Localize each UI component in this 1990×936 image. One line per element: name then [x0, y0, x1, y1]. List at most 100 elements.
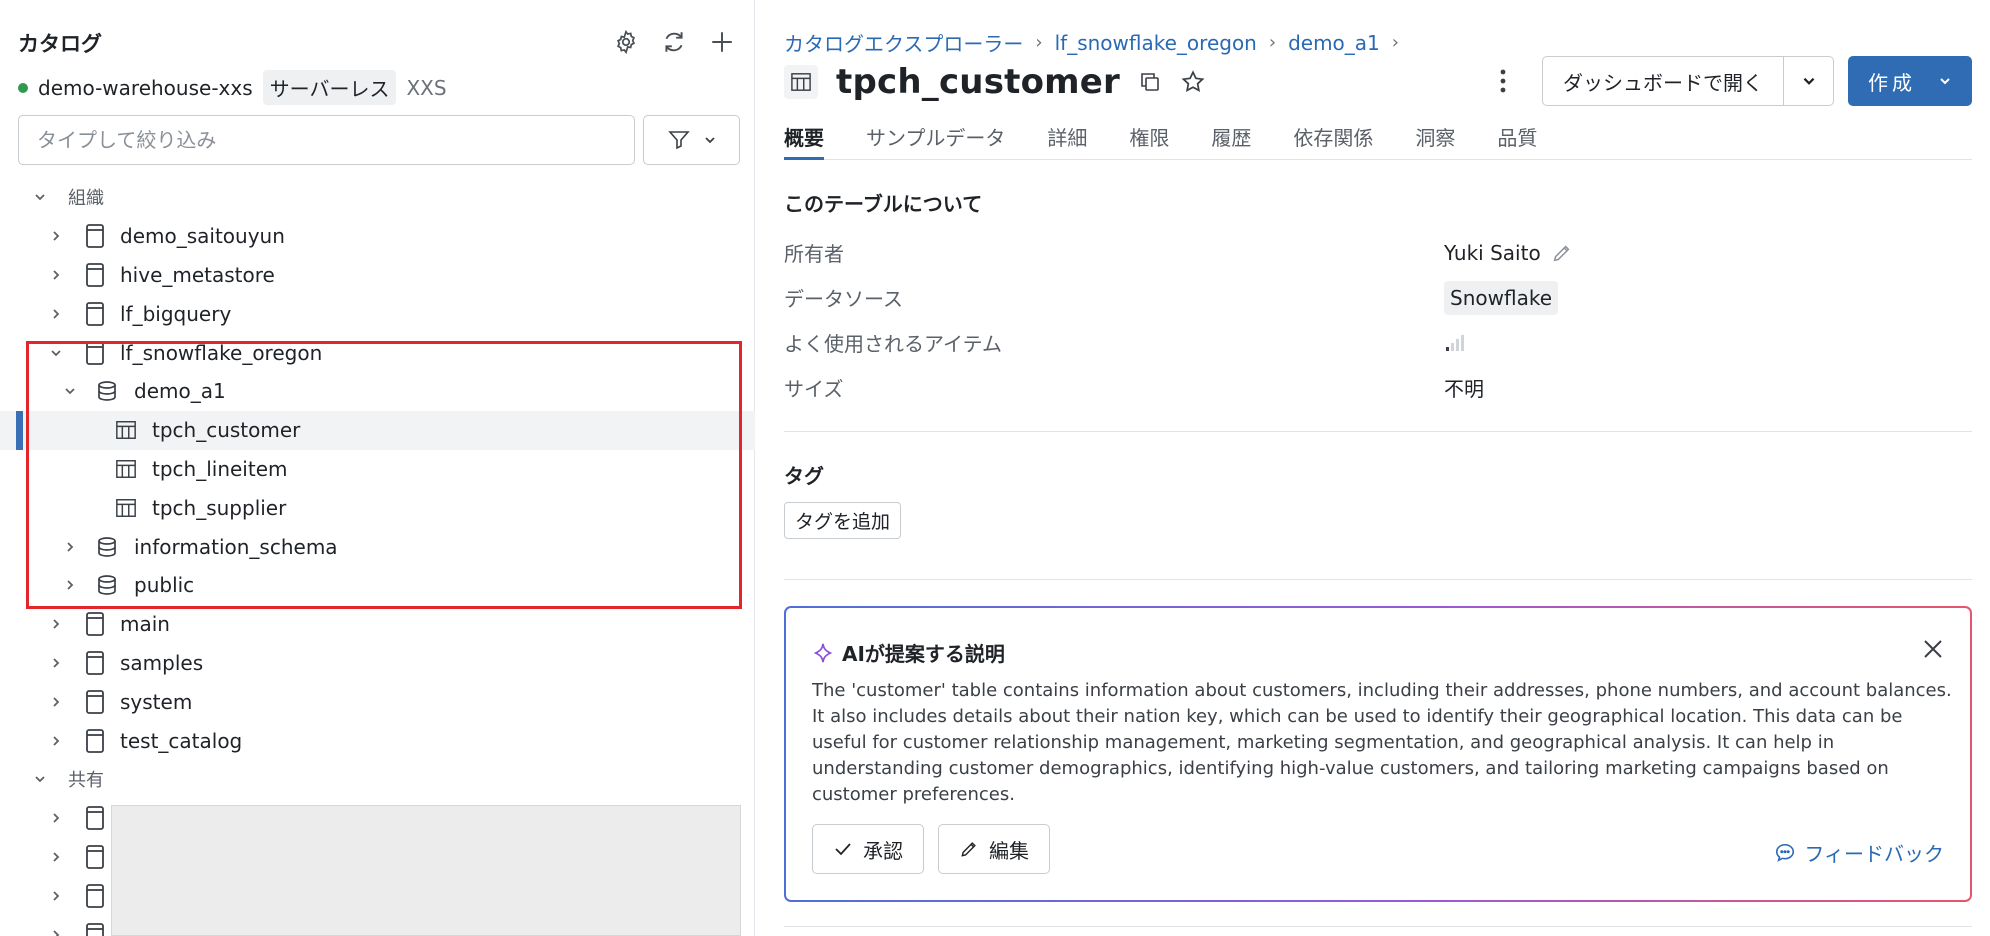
section-shared[interactable]: 共有	[0, 760, 755, 799]
approve-button[interactable]: 承認	[812, 824, 924, 874]
open-dashboard-button[interactable]: ダッシュボードで開く	[1542, 56, 1784, 106]
section-label: 共有	[68, 770, 104, 792]
chevron-right-icon[interactable]	[48, 927, 64, 936]
pencil-icon[interactable]	[1551, 242, 1573, 264]
ai-description-text: The 'customer' table contains informatio…	[812, 680, 1952, 805]
add-icon[interactable]	[708, 28, 736, 56]
property-key: サイズ	[784, 377, 844, 401]
approve-label: 承認	[863, 838, 903, 863]
chevron-right-icon[interactable]	[48, 306, 64, 322]
tree-item-tpch-lineitem[interactable]: tpch_lineitem	[0, 450, 755, 489]
tree-item-lf-bigquery[interactable]: lf_bigquery	[0, 294, 755, 333]
chevron-right-icon[interactable]	[48, 267, 64, 283]
tab-details[interactable]: 詳細	[1047, 118, 1087, 160]
chevron-right-icon[interactable]	[48, 888, 64, 904]
chevron-down-icon[interactable]	[62, 383, 78, 399]
catalog-icon	[84, 301, 106, 327]
tree-item-tpch-customer[interactable]: tpch_customer	[0, 410, 755, 450]
tab-overview[interactable]: 概要	[784, 118, 824, 160]
tree-item-label: tpch_customer	[152, 418, 301, 443]
ai-card-body: AIが提案する説明 The 'customer' table contains …	[786, 608, 1970, 900]
tree-item-test-catalog[interactable]: test_catalog	[0, 721, 755, 760]
add-tag-button[interactable]: タグを追加	[784, 502, 902, 539]
tree-item-tpch-supplier[interactable]: tpch_supplier	[0, 488, 755, 527]
tree-item-public[interactable]: public	[0, 566, 755, 605]
table-icon	[784, 65, 818, 99]
tab-bar: 概要 サンプルデータ 詳細 権限 履歴 依存関係 洞察 品質	[784, 118, 1972, 160]
edit-button[interactable]: 編集	[938, 824, 1050, 874]
kebab-menu-icon[interactable]	[1490, 61, 1516, 101]
gear-icon[interactable]	[612, 28, 640, 56]
section-divider	[784, 579, 1972, 580]
tab-quality[interactable]: 品質	[1497, 118, 1537, 160]
tab-lineage[interactable]: 依存関係	[1293, 118, 1373, 160]
tab-sample-data[interactable]: サンプルデータ	[866, 118, 1005, 160]
page-title: tpch_customer	[836, 62, 1121, 102]
edit-label: 編集	[989, 838, 1029, 863]
chevron-right-icon[interactable]	[48, 655, 64, 671]
ai-card-actions: 承認 編集	[812, 824, 1050, 874]
tree-item-lf-snowflake-oregon[interactable]: lf_snowflake_oregon	[0, 333, 755, 372]
warehouse-size: XXS	[406, 75, 447, 100]
tree-item-samples[interactable]: samples	[0, 644, 755, 683]
chevron-right-icon[interactable]	[48, 810, 64, 826]
filter-dropdown-button[interactable]	[643, 115, 740, 165]
chevron-right-icon[interactable]	[62, 577, 78, 593]
breadcrumb-separator: ›	[1391, 32, 1399, 53]
section-divider	[784, 431, 1972, 432]
tree-item-label: system	[120, 689, 193, 714]
tree-item-system[interactable]: system	[0, 682, 755, 721]
schema-icon	[96, 378, 118, 404]
chevron-right-icon[interactable]	[48, 228, 64, 244]
property-data-source: データソース Snowflake	[784, 275, 1972, 320]
data-source-badge: Snowflake	[1444, 280, 1558, 315]
chat-bubble-icon	[1776, 843, 1795, 862]
tree-item-label: hive_metastore	[120, 262, 275, 287]
property-value: Snowflake	[1444, 280, 1558, 315]
star-icon[interactable]	[1180, 69, 1206, 95]
catalog-icon	[84, 805, 106, 831]
chevron-right-icon[interactable]	[62, 539, 78, 555]
catalog-icon	[84, 650, 106, 676]
tree-item-main[interactable]: main	[0, 605, 755, 644]
chevron-down-icon[interactable]	[32, 771, 48, 787]
tab-insights[interactable]: 洞察	[1415, 118, 1455, 160]
breadcrumb-separator: ›	[1268, 32, 1277, 53]
chevron-right-icon[interactable]	[48, 694, 64, 710]
tree-item-hive-metastore[interactable]: hive_metastore	[0, 256, 755, 295]
feedback-label: フィードバック	[1804, 842, 1944, 866]
tree-item-information-schema[interactable]: information_schema	[0, 527, 755, 566]
chevron-down-icon[interactable]	[48, 345, 64, 361]
tab-permissions[interactable]: 権限	[1129, 118, 1169, 160]
section-org[interactable]: 組織	[0, 178, 755, 217]
breadcrumb-schema[interactable]: demo_a1	[1288, 31, 1380, 55]
close-icon[interactable]	[1918, 634, 1948, 664]
check-icon	[835, 843, 851, 856]
catalog-icon	[84, 340, 106, 366]
catalog-title: カタログ	[18, 32, 102, 56]
owner-name: Yuki Saito	[1444, 240, 1541, 265]
refresh-icon[interactable]	[660, 28, 688, 56]
filter-input[interactable]	[18, 115, 635, 165]
tree-item-label: lf_snowflake_oregon	[120, 340, 323, 365]
chevron-right-icon[interactable]	[48, 733, 64, 749]
create-button-label: 作成	[1868, 70, 1916, 95]
tab-history[interactable]: 履歴	[1211, 118, 1251, 160]
tree-item-demo-a1[interactable]: demo_a1	[0, 372, 755, 411]
breadcrumb-catalog-explorer[interactable]: カタログエクスプローラー	[784, 28, 1023, 57]
feedback-link[interactable]: フィードバック	[1774, 838, 1944, 867]
chevron-right-icon[interactable]	[48, 616, 64, 632]
breadcrumb-catalog[interactable]: lf_snowflake_oregon	[1055, 31, 1257, 55]
create-button[interactable]: 作成	[1848, 56, 1972, 106]
property-owner: 所有者 Yuki Saito	[784, 230, 1972, 275]
table-icon	[115, 456, 137, 482]
tree-item-demo-saitouyun[interactable]: demo_saitouyun	[0, 217, 755, 256]
tree-item-label: main	[120, 612, 170, 637]
chevron-down-icon[interactable]	[32, 189, 48, 205]
dashboard-dropdown-button[interactable]	[1784, 56, 1834, 106]
warehouse-selector[interactable]: demo-warehouse-xxs サーバーレス XXS	[18, 70, 447, 105]
chevron-down-icon	[1940, 78, 1950, 85]
chevron-right-icon[interactable]	[48, 849, 64, 865]
tree-item-label: test_catalog	[120, 728, 243, 753]
copy-icon[interactable]	[1138, 70, 1162, 94]
